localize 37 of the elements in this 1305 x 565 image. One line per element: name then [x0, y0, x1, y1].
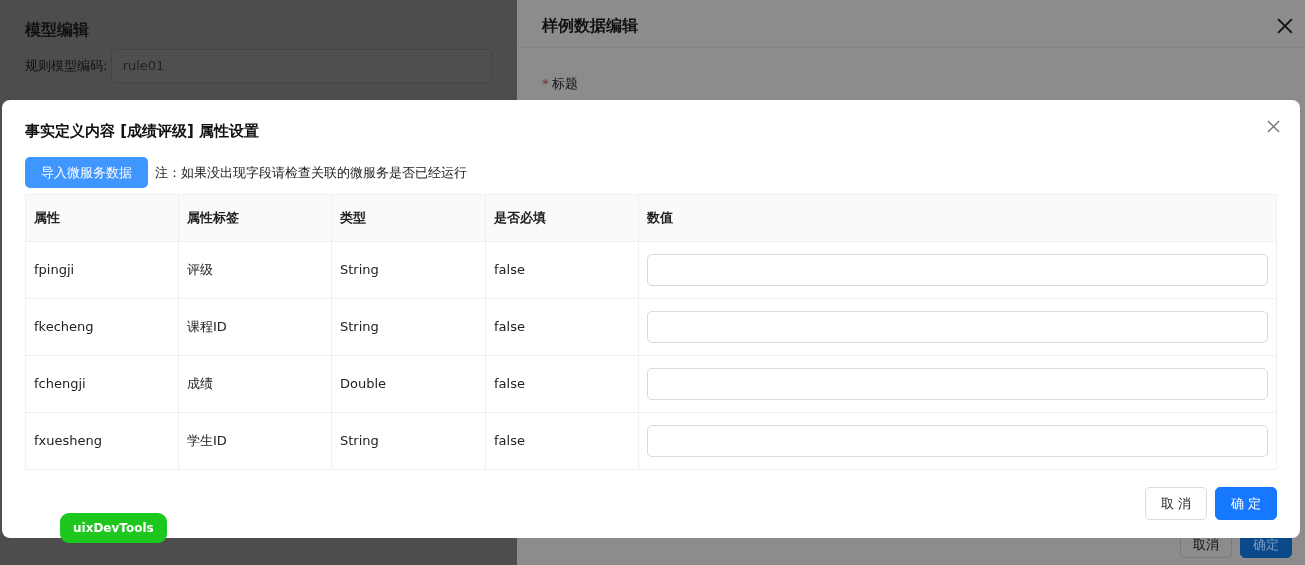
- value-input[interactable]: [647, 425, 1268, 457]
- modal-title: 事实定义内容 [成绩评级] 属性设置: [25, 121, 260, 142]
- table-cell: String: [331, 298, 486, 356]
- note-text: 注：如果没出现字段请检查关联的微服务是否已经运行: [154, 163, 467, 182]
- required-mark: *: [542, 75, 549, 94]
- table-cell: fchengji: [25, 355, 179, 413]
- import-button[interactable]: 导入微服务数据: [25, 156, 148, 188]
- column-header: 属性标签: [178, 194, 332, 242]
- table-cell: String: [331, 241, 486, 299]
- table-cell: String: [331, 412, 486, 470]
- confirm-button[interactable]: 确 定: [1214, 486, 1277, 520]
- column-header: 是否必填: [485, 194, 639, 242]
- table-cell: 评级: [178, 241, 332, 299]
- column-header: 类型: [331, 194, 486, 242]
- table-cell: fpingji: [25, 241, 179, 299]
- devtools-button[interactable]: uixDevTools: [60, 513, 167, 543]
- table-cell: false: [485, 241, 639, 299]
- page-title: 模型编辑: [25, 20, 90, 40]
- value-input[interactable]: [647, 254, 1268, 286]
- cancel-button[interactable]: 取 消: [1144, 486, 1207, 520]
- table-cell: fxuesheng: [25, 412, 179, 470]
- table-cell: false: [485, 298, 639, 356]
- table-cell: 课程ID: [178, 298, 332, 356]
- table-cell: 成绩: [178, 355, 332, 413]
- table-cell: false: [485, 412, 639, 470]
- field-label: 标题: [551, 75, 578, 94]
- column-header: 数值: [638, 194, 1277, 242]
- table-cell: 学生ID: [178, 412, 332, 470]
- column-header: 属性: [25, 194, 179, 242]
- table-cell: fkecheng: [25, 298, 179, 356]
- close-icon[interactable]: [1267, 120, 1280, 133]
- drawer-title: 样例数据编辑: [542, 16, 638, 36]
- table-cell: Double: [331, 355, 486, 413]
- close-icon[interactable]: [1277, 17, 1293, 34]
- table-cell: false: [485, 355, 639, 413]
- value-input[interactable]: [647, 311, 1268, 343]
- value-input[interactable]: [647, 368, 1268, 400]
